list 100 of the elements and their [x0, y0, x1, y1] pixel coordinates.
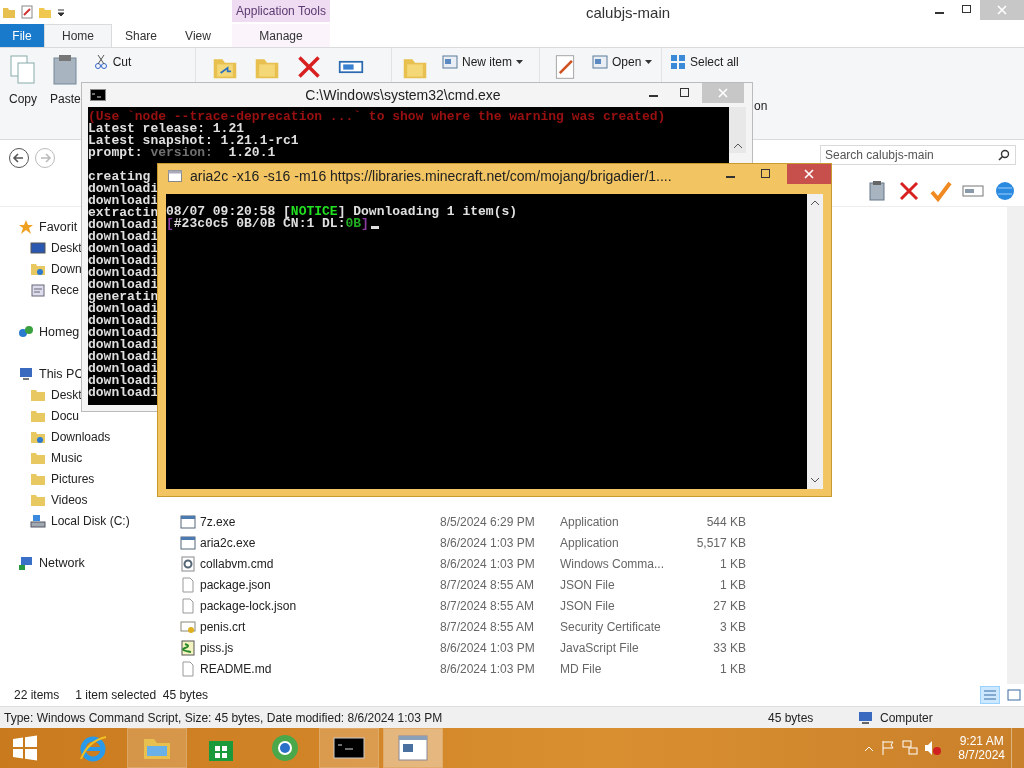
file-size: 544 KB [706, 514, 746, 529]
file-name[interactable]: piss.js [200, 640, 234, 655]
window-title: calubjs-main [584, 3, 672, 21]
ribbon-button[interactable]: Select all [670, 54, 739, 70]
console-line: extractin [88, 207, 159, 219]
ribbon-button[interactable]: Copy [8, 54, 38, 106]
console-line: downloadi [88, 219, 159, 231]
ribbon-button[interactable]: New item [442, 54, 523, 70]
scroll-up-icon[interactable] [810, 200, 820, 206]
file-name[interactable]: README.md [200, 661, 272, 676]
taskbar-button[interactable] [320, 729, 378, 767]
console-line: [#23c0c5 0B/0B CN:1 DL:0B] [166, 218, 369, 230]
console-line: downloadi [88, 195, 159, 207]
file-type: Application [560, 514, 619, 529]
file-date: 8/6/2024 1:03 PM [440, 640, 535, 655]
contextual-group-label: Application Tools [232, 0, 330, 22]
scroll-down-icon[interactable] [810, 477, 820, 483]
details-size: 45 bytes [768, 710, 815, 725]
nav-item[interactable]: Music [30, 447, 83, 468]
drive-icon [30, 512, 46, 529]
caret-icon [645, 59, 653, 65]
properties-icon[interactable] [20, 5, 34, 19]
file-name[interactable]: penis.crt [200, 619, 246, 634]
file-name[interactable]: 7z.exe [200, 514, 236, 529]
flag-icon[interactable] [880, 740, 897, 756]
nav-item[interactable]: Network [18, 552, 85, 573]
console-line: downloadi [88, 387, 159, 399]
browser-icon [270, 733, 300, 763]
nav-item[interactable]: Down [30, 258, 82, 279]
console-line: creating [88, 171, 151, 183]
ribbon-tab[interactable]: Home [44, 24, 112, 47]
back-button[interactable] [8, 147, 30, 169]
file-date: 8/7/2024 8:55 AM [440, 577, 535, 592]
network-icon[interactable] [902, 740, 919, 756]
file-size: 27 KB [713, 598, 746, 613]
network-icon [18, 554, 34, 571]
file-type: JSON File [560, 598, 615, 613]
console-line: downloadi [88, 279, 159, 291]
close-button[interactable] [787, 164, 831, 184]
application-icon [180, 534, 196, 551]
location-text: Computer [880, 710, 934, 725]
file-date: 8/6/2024 1:03 PM [440, 556, 535, 571]
document-icon [180, 660, 196, 677]
console-line: downloadi [88, 315, 159, 327]
ribbon-tab[interactable]: Manage [232, 24, 330, 47]
ribbon-tab[interactable]: File [0, 24, 44, 47]
search-field[interactable]: Search calubjs-main [820, 145, 1016, 165]
file-date: 8/6/2024 1:03 PM [440, 661, 535, 676]
ribbon-button[interactable]: Paste [50, 54, 81, 106]
console-line: downloadi [88, 231, 159, 243]
console-line: downloadi [88, 339, 159, 351]
script-icon [180, 639, 196, 656]
file-name[interactable]: aria2c.exe [200, 535, 256, 550]
console-line: downloadi [88, 375, 159, 387]
caret-icon [516, 59, 523, 65]
file-name[interactable]: collabvm.cmd [200, 556, 274, 571]
file-date: 8/6/2024 1:03 PM [440, 535, 535, 550]
nav-item[interactable]: Downloads [30, 426, 111, 447]
scroll-up-icon[interactable] [732, 143, 743, 149]
window-title: C:\Windows\system32\cmd.exe [304, 87, 502, 103]
console-line: downloadi [88, 183, 159, 195]
taskbar-button[interactable] [384, 729, 442, 767]
delete-icon[interactable] [898, 180, 920, 202]
console-line: downloadi [88, 363, 159, 375]
nav-item[interactable]: Rece [30, 279, 79, 300]
nav-item[interactable]: Homeg [18, 321, 80, 342]
ribbon-label: on [754, 99, 768, 113]
ribbon-tab[interactable]: Share [112, 24, 170, 47]
file-name[interactable]: package-lock.json [200, 598, 297, 613]
nav-item[interactable]: Docu [30, 405, 79, 426]
clipboard-icon[interactable] [866, 180, 888, 202]
details-view-button[interactable] [980, 686, 1000, 704]
nav-item[interactable]: Pictures [30, 468, 95, 489]
star-icon [18, 218, 34, 235]
nav-item[interactable]: Videos [30, 489, 88, 510]
tiles-view-button[interactable] [1004, 686, 1024, 704]
nav-item[interactable]: Favorit [18, 216, 78, 237]
browser-icon [78, 733, 108, 763]
ribbon-tab[interactable]: View [170, 24, 226, 47]
file-type: Windows Comma... [560, 556, 665, 571]
console-line: downloadi [88, 303, 159, 315]
file-name[interactable]: package.json [200, 577, 271, 592]
checkmark-icon[interactable] [930, 180, 952, 202]
nav-item[interactable]: Local Disk (C:) [30, 510, 130, 531]
window-icon [442, 54, 458, 70]
ribbon-button[interactable]: Open [592, 54, 653, 70]
ribbon-button[interactable]: Cut [92, 54, 132, 70]
start-button[interactable] [12, 735, 38, 761]
console-line: generatin [88, 291, 159, 303]
console-icon [90, 89, 106, 101]
console-line: 08/07 09:20:58 [NOTICE] Downloading 1 item(s) [166, 206, 518, 218]
console-line: Latest release: 1.21 [88, 123, 245, 135]
copy-icon [8, 54, 38, 86]
window-icon [398, 735, 428, 761]
nav-item[interactable]: Deskt [30, 237, 82, 258]
file-date: 8/7/2024 8:55 AM [440, 598, 535, 613]
volume-muted-icon[interactable] [924, 740, 943, 756]
globe-icon[interactable] [994, 180, 1016, 202]
scissors-icon [92, 54, 109, 70]
nav-item[interactable]: Deskt [30, 384, 82, 405]
